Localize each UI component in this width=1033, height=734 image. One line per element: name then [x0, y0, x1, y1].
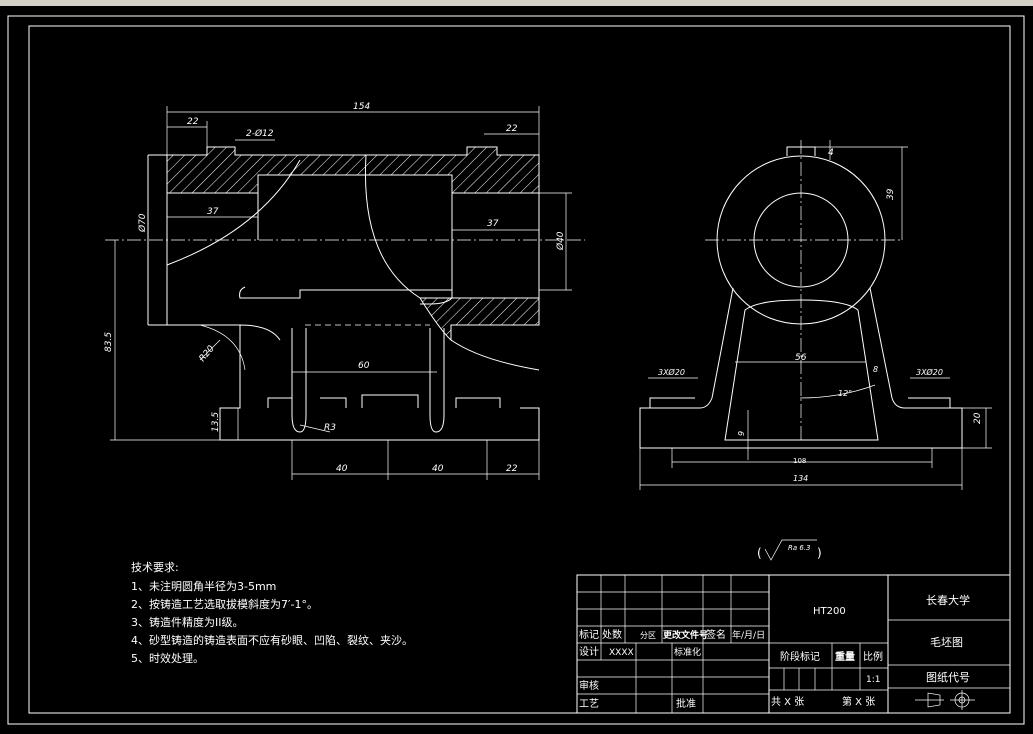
tb-drawing-name: 毛坯图: [930, 636, 963, 649]
front-view: [105, 106, 585, 480]
tech-req-item-3: 3、铸造件精度为II级。: [131, 615, 244, 629]
dim-20: 20: [973, 412, 983, 424]
dim-3x-phi20-right: 3XØ20: [916, 367, 943, 377]
tb-signature: 签名: [706, 628, 726, 641]
tb-designer: XXXX: [609, 648, 634, 658]
side-view: [639, 140, 992, 490]
dim-40-left: 40: [336, 464, 348, 474]
dim-9: 9: [737, 431, 746, 436]
tb-material: HT200: [813, 606, 846, 617]
surface-finish-ra: Ra 6.3: [788, 544, 811, 552]
tb-sheets-total: 共 X 张: [771, 696, 804, 708]
dim-12-deg: 12°: [838, 389, 852, 398]
dim-13-5: 13.5: [211, 412, 221, 432]
tb-date: 年/月/日: [732, 629, 765, 641]
technical-requirements: 技术要求: 1、未注明圆角半径为3-5mm 2、按铸造工艺选取拔模斜度为7′-1…: [131, 561, 413, 665]
dim-134: 134: [793, 474, 808, 483]
tb-count: 处数: [602, 628, 622, 641]
tb-weight: 重量: [835, 650, 855, 663]
dim-40-right: 40: [432, 464, 444, 474]
tb-scale-label: 比例: [863, 650, 883, 663]
dim-22-right: 22: [506, 124, 518, 134]
tb-review: 审核: [579, 679, 599, 692]
dim-r3: R3: [324, 423, 336, 433]
dim-39: 39: [886, 188, 896, 200]
dim-2-phi12: 2-Ø12: [246, 128, 274, 139]
dim-4: 4: [828, 148, 834, 158]
dim-154: 154: [353, 102, 370, 112]
dim-phi70: Ø70: [137, 213, 148, 233]
dim-22-left: 22: [187, 117, 199, 127]
drawing-svg: 154 22 2-Ø12 22 37 37 Ø70 Ø40 83.5 R20 6…: [7, 15, 1025, 725]
dim-56: 56: [795, 353, 807, 363]
tb-standardize: 标准化: [674, 646, 701, 658]
dim-60: 60: [358, 361, 370, 371]
dim-phi40: Ø40: [555, 231, 566, 251]
tb-mark: 标记: [579, 629, 599, 641]
tech-req-item-4: 4、砂型铸造的铸造表面不应有砂眼、凹陷、裂纹、夹沙。: [131, 633, 413, 647]
tb-zone: 分区: [640, 631, 656, 640]
tb-scale-value: 1:1: [866, 675, 880, 685]
top-wall-section: [166, 146, 540, 194]
tb-approve: 批准: [676, 697, 696, 710]
dim-83-5: 83.5: [104, 332, 114, 352]
bottom-wall-section: [419, 297, 540, 342]
tb-stage-mark: 阶段标记: [780, 650, 820, 663]
svg-text:): ): [817, 546, 822, 560]
svg-text:(: (: [757, 546, 762, 560]
cad-drawing-canvas[interactable]: 154 22 2-Ø12 22 37 37 Ø70 Ø40 83.5 R20 6…: [0, 6, 1033, 730]
tb-sheet-no: 第 X 张: [842, 695, 875, 708]
dim-r20: R20: [198, 344, 217, 364]
tb-design: 设计: [579, 645, 599, 658]
tb-drawing-code: 图纸代号: [926, 671, 970, 684]
dim-37-left: 37: [207, 207, 219, 217]
dim-3x-phi20-left: 3XØ20: [658, 367, 685, 377]
dim-22-bottom: 22: [506, 464, 518, 474]
tb-school: 长春大学: [926, 593, 970, 607]
tb-process: 工艺: [579, 698, 599, 710]
tech-req-title: 技术要求:: [131, 561, 179, 574]
tech-req-item-2: 2、按铸造工艺选取拔模斜度为7′-1°。: [131, 597, 318, 611]
tb-change-doc: 更改文件号: [663, 629, 708, 641]
tech-req-item-1: 1、未注明圆角半径为3-5mm: [131, 579, 276, 593]
tech-req-item-5: 5、时效处理。: [131, 651, 204, 665]
dim-37-right: 37: [487, 219, 499, 229]
dim-8: 8: [873, 365, 878, 374]
dim-108: 108: [793, 457, 806, 465]
